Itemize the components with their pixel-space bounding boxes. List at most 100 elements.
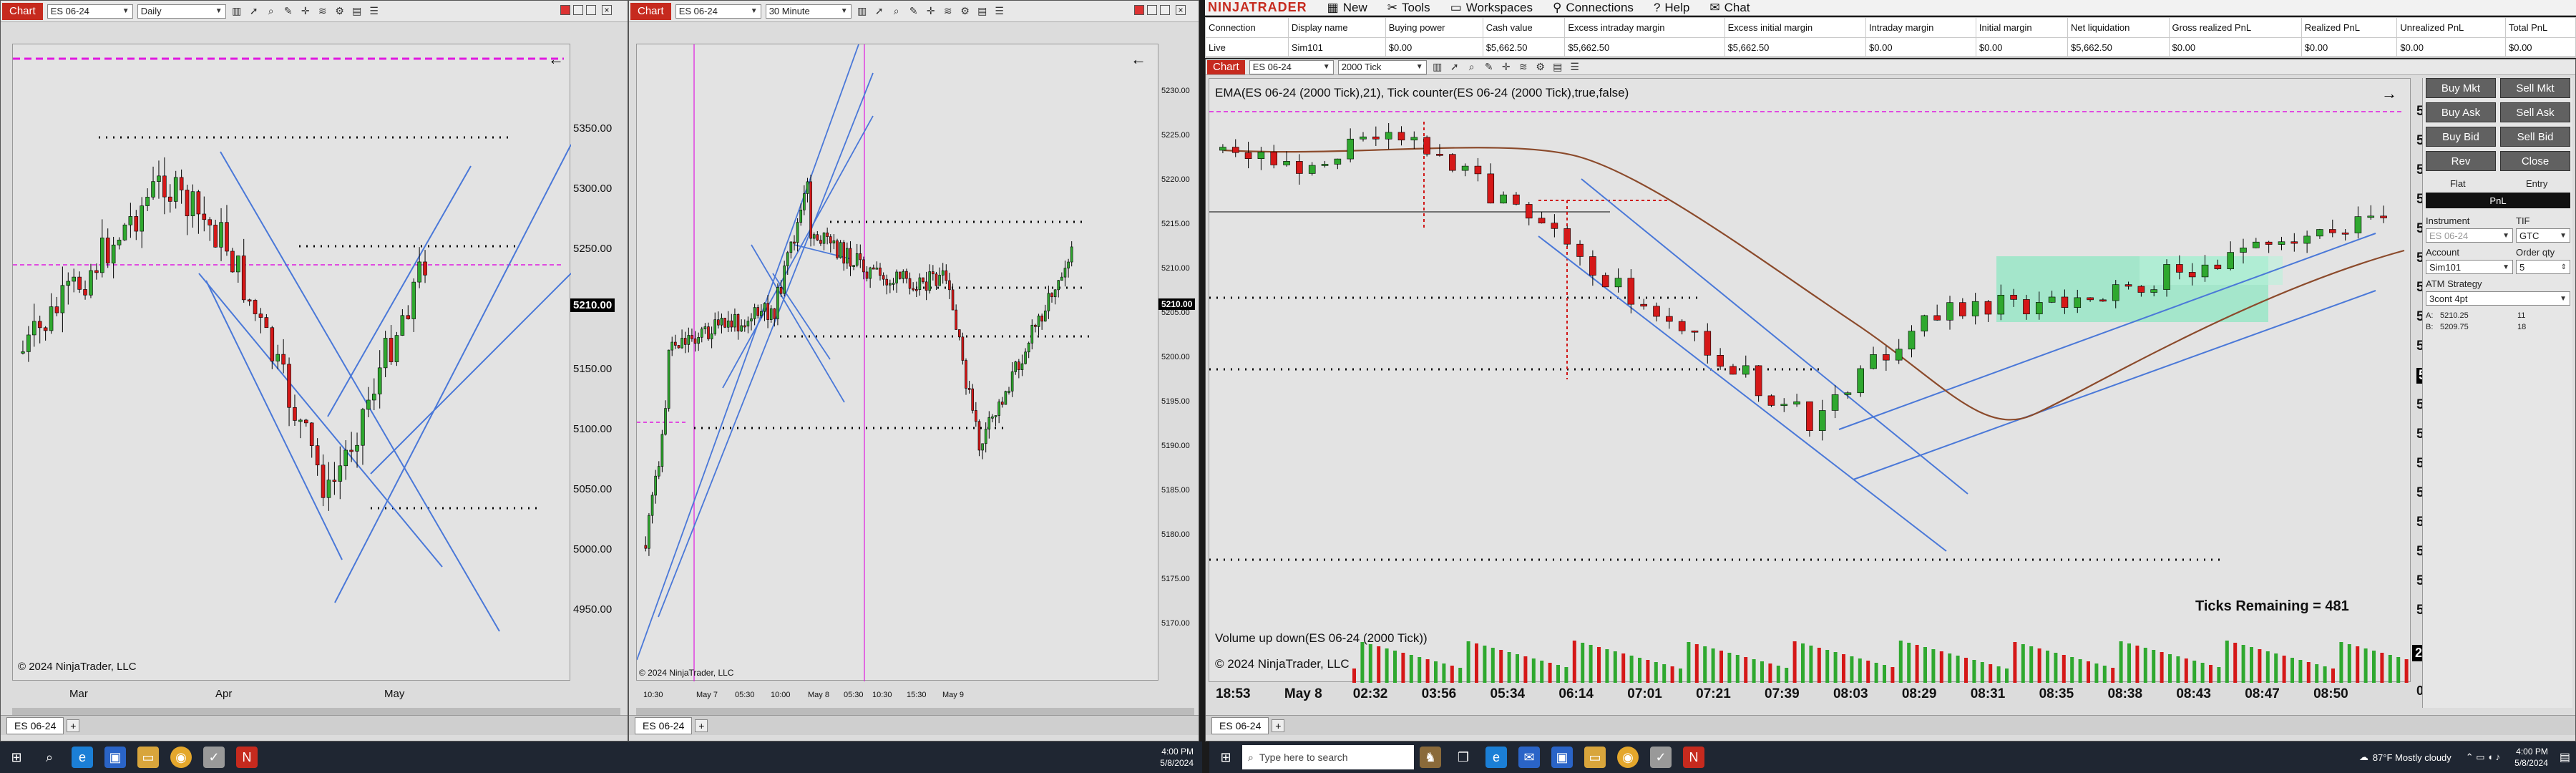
menu-tools[interactable]: ✂ Tools [1387,1,1430,15]
account-select[interactable]: Sim101 ▼ [2426,260,2513,274]
strategies-icon[interactable]: ⚙ [1534,61,1547,74]
zoom-icon[interactable]: ⌕ [1465,61,1478,74]
column-header[interactable]: Total PnL [2505,17,2576,38]
edge-browser-icon[interactable]: e [72,747,93,768]
zoom-icon[interactable]: ⌕ [890,5,903,18]
column-header[interactable]: Intraday margin [1865,17,1976,38]
drawing-tools-icon[interactable]: ✎ [282,5,295,18]
taskbar-time[interactable]: 4:00 PM [2514,746,2548,757]
windows-start-icon[interactable]: ⊞ [6,747,27,768]
reverse-button[interactable]: Rev [2426,151,2496,171]
column-header[interactable]: Initial margin [1975,17,2068,38]
instrument-selector[interactable]: ES 06-24 ▼ [675,4,761,19]
column-header[interactable]: Buying power [1385,17,1483,38]
close-icon[interactable]: × [1176,5,1186,15]
search-icon[interactable]: ⌕ [39,747,60,768]
drawing-tools-icon[interactable]: ✎ [1483,61,1496,74]
strategies-icon[interactable]: ⚙ [959,5,972,18]
column-header[interactable]: Net liquidation [2067,17,2170,38]
templates-icon[interactable]: ▤ [351,5,364,18]
column-header[interactable]: Gross realized PnL [2168,17,2302,38]
cursor-icon[interactable]: ➚ [248,5,260,18]
mail-icon[interactable]: ✉ [1518,747,1540,768]
ninjatrader-active-icon[interactable]: N [1683,747,1704,768]
column-header[interactable]: Connection [1205,17,1289,38]
ninjatrader-taskbar-icon[interactable]: ✓ [1650,747,1672,768]
column-header[interactable]: Cash value [1482,17,1566,38]
sell-ask-button[interactable]: Sell Ask [2500,102,2570,122]
search-highlight-icon[interactable]: ♞ [1420,747,1441,768]
sell-market-button[interactable]: Sell Mkt [2500,78,2570,98]
weather-widget[interactable]: ☁ 87°F Mostly cloudy [2359,752,2451,763]
column-header[interactable]: Realized PnL [2301,17,2398,38]
indicators-icon[interactable]: ≋ [1517,61,1530,74]
crosshair-icon[interactable]: ✛ [924,5,937,18]
close-icon[interactable]: × [602,5,612,15]
menu-help[interactable]: ? Help [1654,1,1689,15]
instrument-tab[interactable]: ES 06-24 [635,716,693,734]
right-chart-plot[interactable]: → EMA(ES 06-24 (2000 Tick),21), Tick cou… [1209,78,2411,683]
templates-icon[interactable]: ▤ [976,5,989,18]
properties-icon[interactable]: ☰ [368,5,381,18]
ninjatrader-taskbar-icon[interactable]: ✓ [203,747,225,768]
task-view-icon[interactable]: ❐ [1453,747,1474,768]
bar-type-icon[interactable]: ▥ [856,5,869,18]
column-header[interactable]: Excess initial margin [1724,17,1867,38]
interval-selector[interactable]: 2000 Tick ▼ [1337,59,1427,74]
windows-start-icon[interactable]: ⊞ [1215,747,1236,768]
instrument-tab[interactable]: ES 06-24 [6,716,64,734]
instrument-tab[interactable]: ES 06-24 [1211,716,1269,734]
store-icon[interactable]: ▣ [104,747,126,768]
buy-bid-button[interactable]: Buy Bid [2426,127,2496,147]
column-header[interactable]: Unrealized PnL [2396,17,2506,38]
menu-connections[interactable]: ⚲ Connections [1553,1,1634,15]
cursor-icon[interactable]: ➚ [873,5,886,18]
mid-chart-plot[interactable]: ← [636,44,1158,681]
instrument-selector[interactable]: ES 06-24 ▼ [47,4,133,19]
tif-select[interactable]: GTC ▼ [2516,228,2570,243]
bar-type-icon[interactable]: ▥ [230,5,243,18]
buy-market-button[interactable]: Buy Mkt [2426,78,2496,98]
taskbar-date[interactable]: 5/8/2024 [1160,757,1194,769]
maximize-icon[interactable] [1160,5,1170,15]
atm-strategy-select[interactable]: 3cont 4pt ▼ [2426,291,2570,306]
add-tab-icon[interactable]: + [695,719,708,732]
mid-scrollbar[interactable] [636,708,1194,715]
templates-icon[interactable]: ▤ [1551,61,1564,74]
ninjatrader-active-icon[interactable]: N [236,747,258,768]
drawing-tools-icon[interactable]: ✎ [907,5,920,18]
taskbar-date[interactable]: 5/8/2024 [2514,757,2548,769]
menu-chat[interactable]: ✉ Chat [1709,1,1750,15]
add-tab-icon[interactable]: + [1272,719,1285,732]
instrument-selector[interactable]: ES 06-24 ▼ [1249,59,1334,74]
minimize-icon[interactable] [573,5,583,15]
add-tab-icon[interactable]: + [67,719,80,732]
system-tray[interactable]: ⌃ ▭ ◖ ♪ [2466,752,2500,763]
interval-selector[interactable]: Daily ▼ [137,4,226,19]
strategies-icon[interactable]: ⚙ [333,5,346,18]
left-chart-plot[interactable]: ← [12,44,571,681]
crosshair-icon[interactable]: ✛ [1500,61,1513,74]
taskbar-time[interactable]: 4:00 PM [1160,746,1194,757]
notifications-icon[interactable]: ▤ [2560,750,2570,764]
edge-browser-icon[interactable]: e [1485,747,1507,768]
bar-type-icon[interactable]: ▥ [1431,61,1444,74]
menu-workspaces[interactable]: ▭ Workspaces [1450,1,1533,15]
close-position-button[interactable]: Close [2500,151,2570,171]
window-color-icon[interactable] [560,5,570,15]
cursor-icon[interactable]: ➚ [1448,61,1461,74]
properties-icon[interactable]: ☰ [1568,61,1581,74]
minimize-icon[interactable] [1147,5,1157,15]
sell-bid-button[interactable]: Sell Bid [2500,127,2570,147]
instrument-select[interactable]: ES 06-24 ▼ [2426,228,2513,243]
order-qty-stepper[interactable]: 5 ⇕ [2516,260,2570,274]
maximize-icon[interactable] [586,5,596,15]
window-color-icon[interactable] [1134,5,1144,15]
indicators-icon[interactable]: ≋ [942,5,955,18]
file-explorer-icon[interactable]: ▭ [137,747,159,768]
chrome-icon[interactable]: ◉ [1617,747,1639,768]
column-header[interactable]: Display name [1287,17,1386,38]
column-header[interactable]: Excess intraday margin [1564,17,1725,38]
file-explorer-icon[interactable]: ▭ [1584,747,1606,768]
interval-selector[interactable]: 30 Minute ▼ [765,4,852,19]
